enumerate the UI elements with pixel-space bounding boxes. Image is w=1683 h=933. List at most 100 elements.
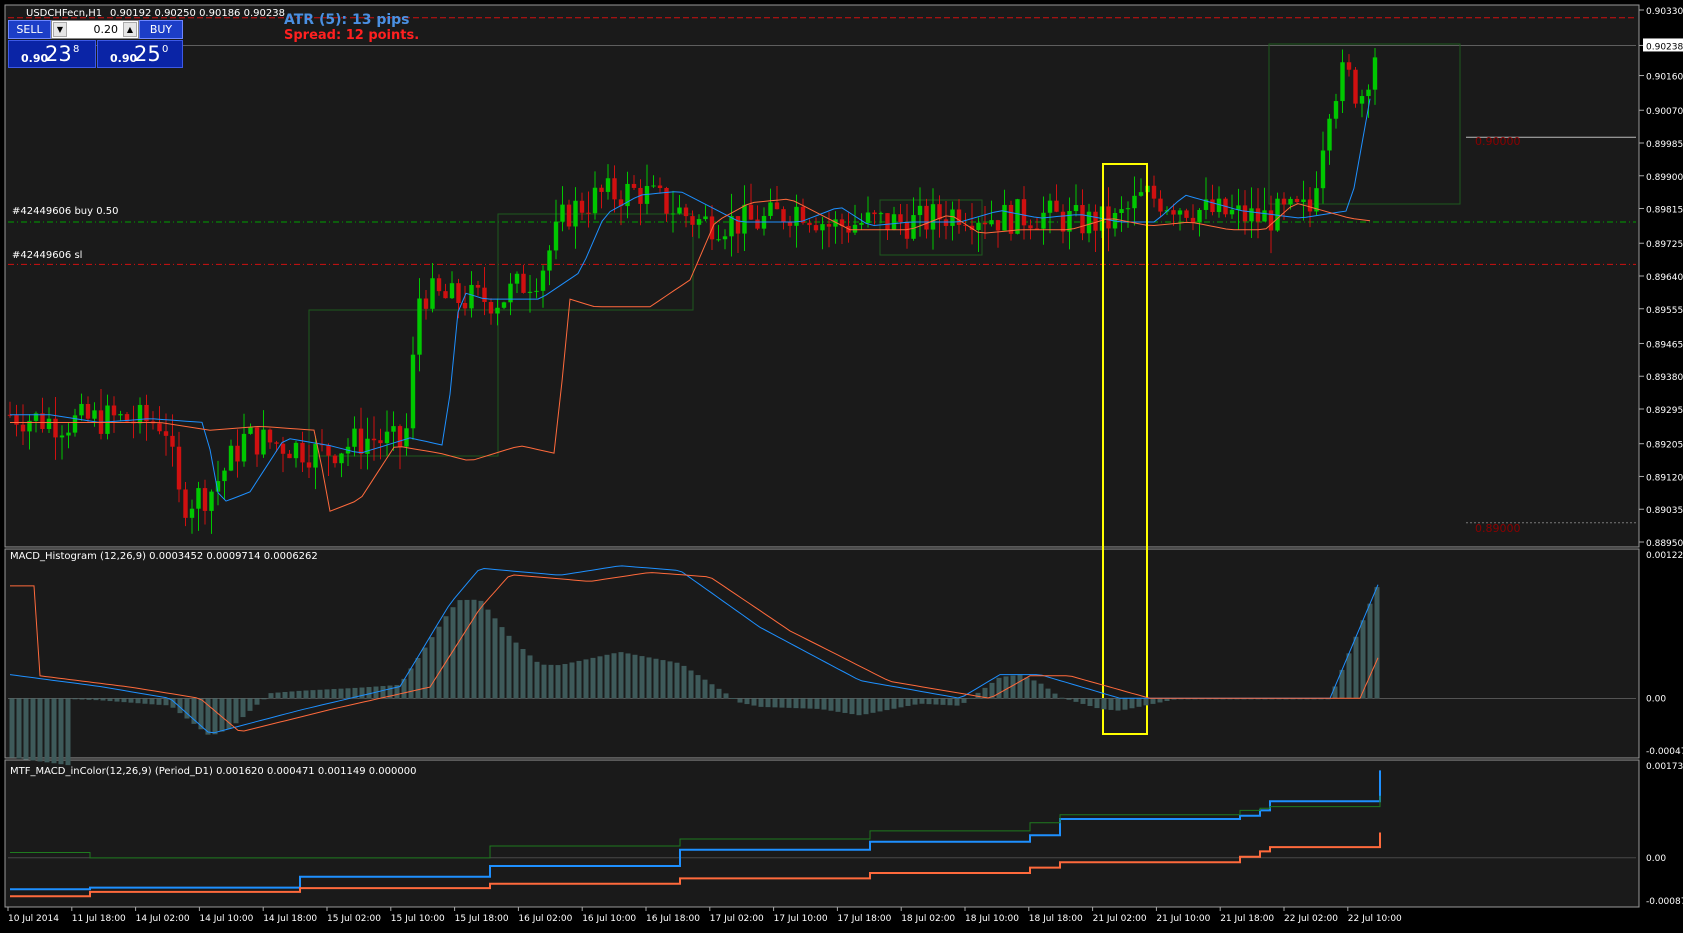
macd-histogram-panel xyxy=(4,548,1640,759)
time-tick-label: 15 Jul 02:00 xyxy=(327,914,381,924)
time-tick-label: 21 Jul 10:00 xyxy=(1156,914,1210,924)
candle-body xyxy=(1125,208,1131,210)
macd-histogram-bar xyxy=(891,698,897,709)
buy-price-box[interactable]: 0.90 25 0 xyxy=(97,40,183,68)
macd-histogram-bar xyxy=(667,661,673,699)
order-line-sl-label: #42449606 sl xyxy=(12,250,82,261)
macd-histogram-bar xyxy=(1115,698,1121,711)
price-tick-label: 0.89555 xyxy=(1646,306,1683,316)
macd-histogram-bar xyxy=(58,698,64,765)
macd-histogram-bar xyxy=(429,637,435,699)
time-tick-label: 14 Jul 02:00 xyxy=(136,914,190,924)
macd-histogram-bar xyxy=(583,659,589,699)
price-tick-label: 0.89465 xyxy=(1646,340,1683,350)
macd-histogram-bar xyxy=(422,647,428,699)
macd-histogram-bar xyxy=(233,698,239,724)
candle-body xyxy=(189,508,195,518)
candle-body xyxy=(202,488,208,511)
macd-axis-label: -0.000479 xyxy=(1646,747,1683,757)
macd-histogram-title: MACD_Histogram (12,26,9) 0.0003452 0.000… xyxy=(10,551,318,562)
macd-histogram-bar xyxy=(702,679,708,699)
macd-histogram-bar xyxy=(408,668,414,699)
one-click-trading-panel[interactable]: SELL ▼ 0.20 ▲ BUY 0.90 23 8 0.90 25 0 xyxy=(8,20,183,68)
macd-histogram-bar xyxy=(520,649,526,699)
candle-body xyxy=(53,418,58,438)
candle-body xyxy=(937,204,942,220)
macd-histogram-bar xyxy=(296,690,302,699)
macd-histogram-bar xyxy=(44,698,50,763)
price-tick-label: 0.89120 xyxy=(1646,473,1683,483)
candle-body xyxy=(690,216,695,225)
candle-body xyxy=(1028,225,1033,229)
macd-histogram-bar xyxy=(569,662,575,699)
ohlc-values: 0.90192 0.90250 0.90186 0.90238 xyxy=(110,8,285,19)
macd-histogram-bar xyxy=(317,689,323,699)
lot-size-value[interactable]: 0.20 xyxy=(94,23,119,36)
candle-body xyxy=(1093,211,1098,231)
symbol-title: USDCHFecn,H1 xyxy=(26,8,102,19)
candle-body xyxy=(436,278,442,292)
lot-size-field[interactable]: ▼ 0.20 ▲ xyxy=(51,20,139,39)
lot-increase-icon[interactable]: ▲ xyxy=(123,22,137,37)
macd-histogram-bar xyxy=(254,698,260,705)
candle-body xyxy=(1333,101,1339,119)
candle-body xyxy=(85,403,91,419)
candle-body xyxy=(1184,210,1189,218)
macd-histogram-bar xyxy=(744,698,750,705)
macd-histogram-bar xyxy=(1024,677,1030,699)
trading-chart-window[interactable]: 0.90330 0.90238 0.90160 0.90070 0.89985 0.899… xyxy=(0,0,1683,929)
macd-histogram-bar xyxy=(1094,698,1100,709)
candle-body xyxy=(417,298,422,355)
macd-histogram-bar xyxy=(751,698,757,706)
macd-histogram-bar xyxy=(639,656,645,699)
candle-body xyxy=(748,204,754,220)
candle-body xyxy=(1372,57,1378,90)
price-tick-label: 0.89035 xyxy=(1646,506,1683,516)
candle-body xyxy=(137,404,143,424)
candle-body xyxy=(332,455,338,464)
candle-body xyxy=(1294,198,1300,203)
candle-body xyxy=(631,183,637,188)
macd-histogram-bar xyxy=(30,698,36,761)
candle-body xyxy=(397,426,403,447)
lot-decrease-icon[interactable]: ▼ xyxy=(53,22,67,37)
macd-histogram-bar xyxy=(800,698,806,709)
candle-body xyxy=(651,185,656,187)
macd-histogram-bar xyxy=(1374,587,1380,699)
candle-body xyxy=(852,224,858,233)
candle-body xyxy=(859,222,864,225)
atr-label: ATR (5): 13 pips xyxy=(284,12,410,28)
candle-body xyxy=(222,470,227,482)
candle-body xyxy=(735,216,741,234)
time-tick-label: 14 Jul 18:00 xyxy=(263,914,317,924)
macd-histogram-bar xyxy=(261,698,267,700)
macd-histogram-bar xyxy=(86,698,92,700)
macd-histogram-bar xyxy=(163,698,169,706)
price-tick-label: 0.90160 xyxy=(1646,73,1683,83)
candle-body xyxy=(1060,211,1066,232)
candle-body xyxy=(248,427,253,434)
macd-histogram-bar xyxy=(121,698,127,703)
sell-button[interactable]: SELL xyxy=(8,20,51,39)
macd-histogram-bar xyxy=(513,642,519,699)
macd-histogram-bar xyxy=(772,698,778,708)
candle-body xyxy=(228,445,234,471)
candle-body xyxy=(683,207,689,217)
macd-histogram-bar xyxy=(709,684,715,699)
macd-histogram-bar xyxy=(114,698,120,702)
candle-body xyxy=(553,221,559,251)
chart-canvas[interactable]: 0.90330 0.90238 0.90160 0.90070 0.89985 0.899… xyxy=(0,0,1683,929)
macd-histogram-bar xyxy=(611,653,617,699)
price-tick-label: 0.89725 xyxy=(1646,240,1683,250)
candle-body xyxy=(157,423,162,432)
macd-histogram-bar xyxy=(954,698,960,706)
macd-histogram-bar xyxy=(345,688,351,699)
sell-price-box[interactable]: 0.90 23 8 xyxy=(8,40,96,68)
macd-histogram-bar xyxy=(72,698,78,700)
macd-histogram-bar xyxy=(877,698,883,712)
candle-body xyxy=(579,200,585,213)
time-tick-label: 10 Jul 2014 xyxy=(8,914,59,924)
candle-body xyxy=(430,278,435,309)
macd-histogram-bar xyxy=(779,698,785,708)
buy-button[interactable]: BUY xyxy=(139,20,183,39)
